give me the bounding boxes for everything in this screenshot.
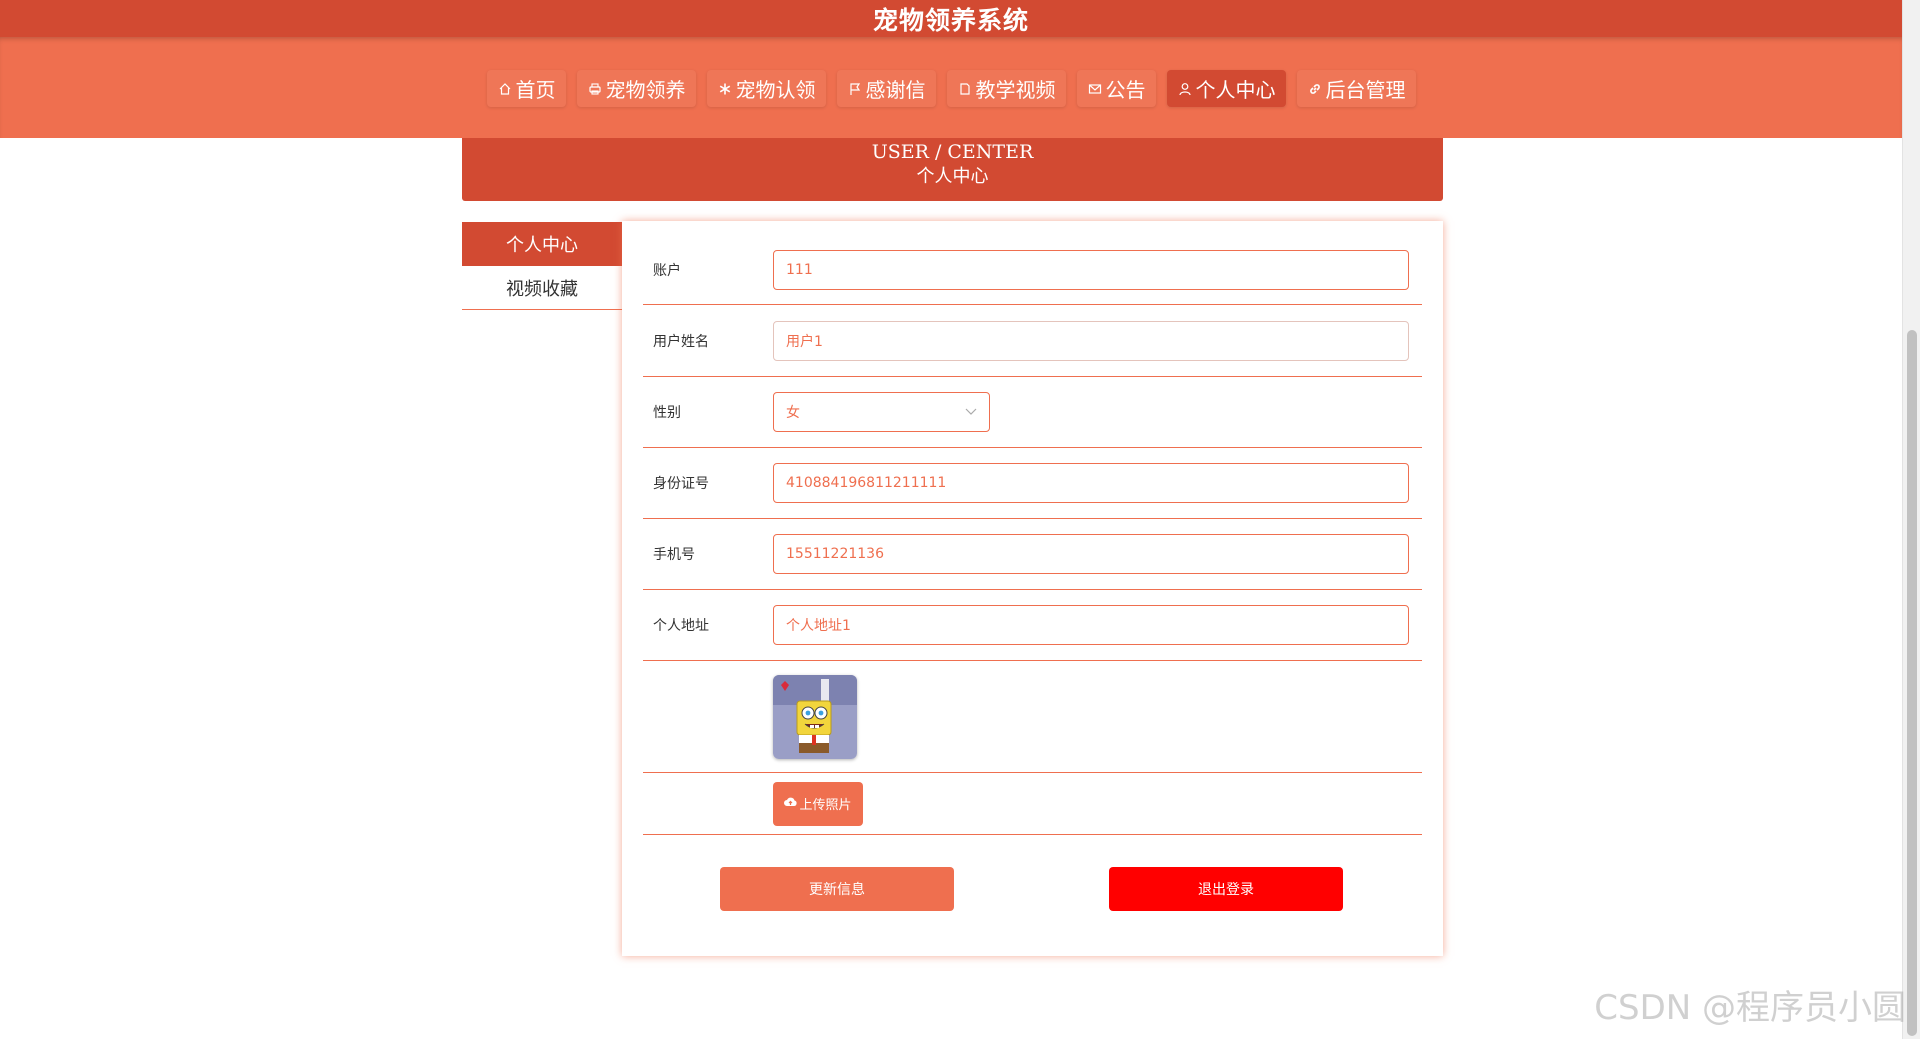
nav-item-teaching-video[interactable]: 教学视频 <box>946 70 1066 107</box>
gender-select[interactable]: 女 <box>773 392 990 432</box>
mail-icon <box>1087 81 1103 97</box>
id-number-label: 身份证号 <box>653 476 709 492</box>
update-info-button[interactable]: 更新信息 <box>720 867 954 911</box>
form-row-avatar <box>643 661 1422 773</box>
watermark: CSDN @程序员小圆 <box>1594 988 1906 1028</box>
printer-icon <box>587 81 603 97</box>
avatar-image <box>773 674 857 759</box>
home-icon <box>497 81 513 97</box>
form-row-name: 用户姓名 用户1 <box>643 305 1422 377</box>
side-menu: 个人中心 视频收藏 <box>462 222 622 310</box>
scrollbar-thumb[interactable] <box>1907 330 1917 1036</box>
name-label: 用户姓名 <box>653 333 709 350</box>
account-label: 账户 <box>653 262 681 279</box>
phone-label: 手机号 <box>653 547 695 563</box>
nav-item-user-center[interactable]: 个人中心 <box>1166 70 1286 107</box>
form-row-phone: 手机号 15511221136 <box>643 519 1422 590</box>
nav-item-label: 宠物领养 <box>605 78 686 102</box>
id-number-input[interactable]: 410884196811211111 <box>773 463 1409 503</box>
site-title: 宠物领养系统 <box>872 5 1029 35</box>
nav-item-label: 个人中心 <box>1195 78 1276 102</box>
account-input[interactable]: 111 <box>773 249 1409 290</box>
asterisk-icon <box>717 81 733 97</box>
nav-item-label: 首页 <box>515 78 556 102</box>
banner-title-en: USER / CENTER <box>871 141 1034 163</box>
form-row-id-number: 身份证号 410884196811211111 <box>643 448 1422 519</box>
address-label: 个人地址 <box>653 618 709 634</box>
nav-item-label: 后台管理 <box>1325 78 1406 102</box>
page-banner: USER / CENTER 个人中心 <box>462 138 1443 201</box>
nav-item-label: 宠物认领 <box>735 78 816 102</box>
phone-input[interactable]: 15511221136 <box>773 534 1409 574</box>
cloud-upload-icon <box>784 796 798 811</box>
nav-item-pet-claim[interactable]: 宠物认领 <box>706 70 826 107</box>
upload-photo-button[interactable]: 上传照片 <box>773 781 863 826</box>
link-icon <box>1307 81 1323 97</box>
side-item-video-favorites[interactable]: 视频收藏 <box>462 266 622 310</box>
nav-item-label: 感谢信 <box>865 78 926 102</box>
nav-item-home[interactable]: 首页 <box>486 70 566 107</box>
chevron-down-icon <box>965 405 977 419</box>
form-row-upload: 上传照片 <box>643 773 1422 835</box>
user-icon <box>1177 81 1193 97</box>
vertical-scrollbar[interactable] <box>1902 0 1920 1039</box>
form-row-gender: 性别 女 <box>643 377 1422 448</box>
profile-form-panel: 账户 111 用户姓名 用户1 性别 女 身份证号 41088419681121… <box>622 221 1443 956</box>
gender-select-value: 女 <box>786 405 800 421</box>
flag-icon <box>847 81 863 97</box>
main-nav: 首页 宠物领养 宠物认领 感谢信 教学视频 公告 个人中心 后台管理 <box>0 70 1902 107</box>
form-row-address: 个人地址 个人地址1 <box>643 590 1422 661</box>
gender-label: 性别 <box>653 405 681 421</box>
nav-item-label: 教学视频 <box>975 78 1056 102</box>
name-input[interactable]: 用户1 <box>773 320 1409 361</box>
nav-item-admin[interactable]: 后台管理 <box>1296 70 1416 107</box>
side-item-user-center[interactable]: 个人中心 <box>462 222 622 266</box>
banner-title-zh: 个人中心 <box>916 166 989 187</box>
document-icon <box>957 81 973 97</box>
nav-item-label: 公告 <box>1105 78 1146 102</box>
upload-photo-label: 上传照片 <box>799 798 852 813</box>
main-nav-bar: 首页 宠物领养 宠物认领 感谢信 教学视频 公告 个人中心 后台管理 <box>0 37 1902 138</box>
form-row-account: 账户 111 <box>643 221 1422 305</box>
address-input[interactable]: 个人地址1 <box>773 605 1409 645</box>
logout-button[interactable]: 退出登录 <box>1109 867 1343 911</box>
nav-item-notice[interactable]: 公告 <box>1076 70 1156 107</box>
nav-item-pet-adoption[interactable]: 宠物领养 <box>576 70 696 107</box>
nav-item-thank-letter[interactable]: 感谢信 <box>836 70 936 107</box>
top-title-bar: 宠物领养系统 <box>0 0 1902 37</box>
